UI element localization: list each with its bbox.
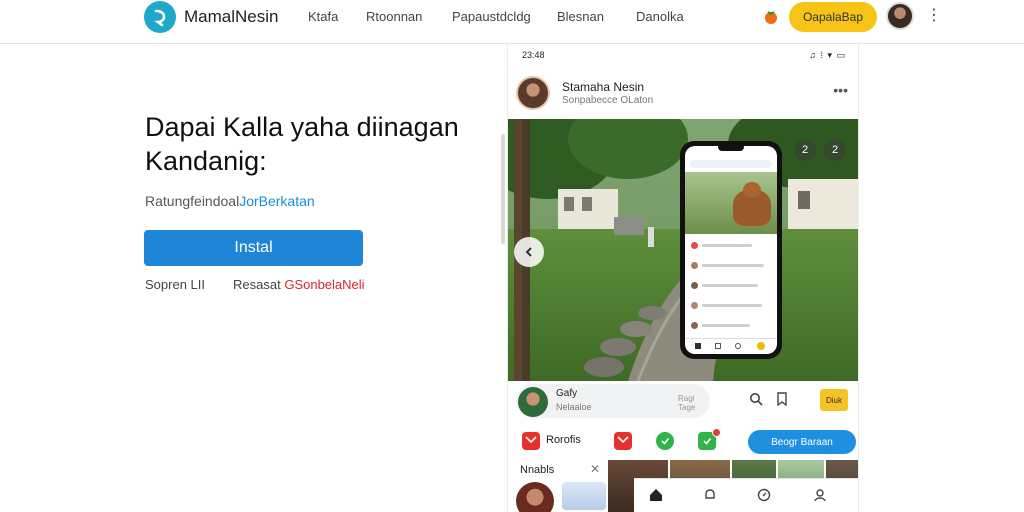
nav-link-4[interactable]: Blesnan: [557, 9, 604, 24]
hero-meta-right: Resasat GSonbelaNeli: [233, 277, 365, 292]
commenter-sub: Nelaaloe: [556, 402, 592, 412]
tomato-icon[interactable]: [762, 8, 780, 26]
brand-name[interactable]: MamalNesin: [184, 7, 278, 27]
nav-link-2[interactable]: Rtoonnan: [366, 9, 422, 24]
person-icon[interactable]: [810, 485, 830, 505]
bell-icon[interactable]: [700, 485, 720, 505]
inner-list-row: [691, 302, 771, 310]
logo-icon[interactable]: [144, 1, 176, 33]
post-photo[interactable]: 2 2: [508, 119, 858, 381]
status-time: 23:48: [522, 50, 545, 60]
more-vertical-icon[interactable]: ⋮: [926, 8, 942, 26]
scrollbar-thumb[interactable]: [501, 134, 505, 244]
home-icon[interactable]: [646, 485, 666, 505]
inner-phone-notch: [718, 146, 744, 151]
story-card[interactable]: [562, 482, 606, 510]
post-more-icon[interactable]: •••: [833, 82, 848, 98]
share-label: Rorofis: [546, 434, 581, 446]
user-avatar[interactable]: [886, 2, 914, 30]
compass-icon[interactable]: [754, 485, 774, 505]
share-button[interactable]: Beogr Baraan: [748, 430, 856, 454]
commenter-avatar[interactable]: [518, 387, 548, 417]
inner-phone-mockup: [680, 141, 782, 359]
notification-dot: [712, 428, 721, 437]
inner-list-row: [691, 322, 771, 330]
comment-tag: Ragi Tage: [678, 394, 696, 412]
close-icon[interactable]: ✕: [590, 462, 600, 476]
nav-link-1[interactable]: Ktafa: [308, 9, 338, 24]
heart-icon[interactable]: [656, 432, 674, 450]
post-header: Stamaha Nesin Sonpabecce OLaton •••: [516, 76, 852, 114]
hero-meta-right-link[interactable]: GSonbelaNeli: [284, 277, 364, 292]
bottom-nav: [634, 478, 858, 512]
inner-list-row: [691, 262, 771, 270]
gmail-icon[interactable]: [522, 432, 540, 450]
share-row: Rorofis Beogr Baraan: [514, 428, 856, 454]
hero-meta-left: Sopren LII: [145, 277, 205, 292]
post-action-bar: Gafy Nelaaloe Ragi Tage Diuk: [514, 384, 854, 418]
phone-preview: 23:48 ♫ ⁞ ▾ ▭ Stamaha Nesin Sonpabecce O…: [507, 44, 859, 512]
inner-photo: [685, 172, 777, 234]
nav-link-3[interactable]: Papaustdcldg: [452, 9, 531, 24]
inner-bottom-nav: [685, 338, 777, 354]
photo-action-button[interactable]: 2: [824, 139, 846, 161]
story-avatar[interactable]: [516, 482, 554, 512]
photo-action-button[interactable]: 2: [794, 139, 816, 161]
strip-label: Nnabls: [520, 464, 555, 476]
inner-phone-screen: [685, 146, 777, 354]
status-icons: ♫ ⁞ ▾ ▭: [809, 50, 846, 60]
scrollbar[interactable]: [500, 44, 506, 512]
commenter-name: Gafy: [556, 388, 578, 399]
install-button[interactable]: Instal: [144, 230, 363, 266]
inner-search-bar: [690, 160, 772, 168]
hero-subtitle: RatungfeindoalJorBerkatan: [145, 193, 315, 209]
nav-link-5[interactable]: Danolka: [636, 9, 684, 24]
hero-subtitle-highlight[interactable]: JorBerkatan: [239, 193, 314, 209]
mail-icon[interactable]: [614, 432, 632, 450]
action-badge[interactable]: Diuk: [820, 389, 848, 411]
inner-list-row: [691, 242, 771, 250]
post-subline: Sonpabecce OLaton: [562, 95, 654, 106]
hero-subtitle-text: Ratungfeindoal: [145, 193, 240, 209]
search-icon[interactable]: [748, 392, 764, 408]
hero-title: Dapai Kalla yaha diinagan Kandanig:: [145, 112, 459, 176]
top-navbar: MamalNesin Ktafa Rtoonnan Papaustdcldg B…: [0, 0, 1024, 44]
inner-list-row: [691, 282, 771, 290]
hero-meta-right-text: Resasat: [233, 277, 281, 292]
post-author-avatar[interactable]: [516, 76, 550, 110]
post-author-name[interactable]: Stamaha Nesin: [562, 80, 644, 94]
header-cta-button[interactable]: OapalaBap: [789, 2, 877, 32]
chevron-left-icon[interactable]: [514, 237, 544, 267]
bookmark-icon[interactable]: [774, 392, 790, 408]
